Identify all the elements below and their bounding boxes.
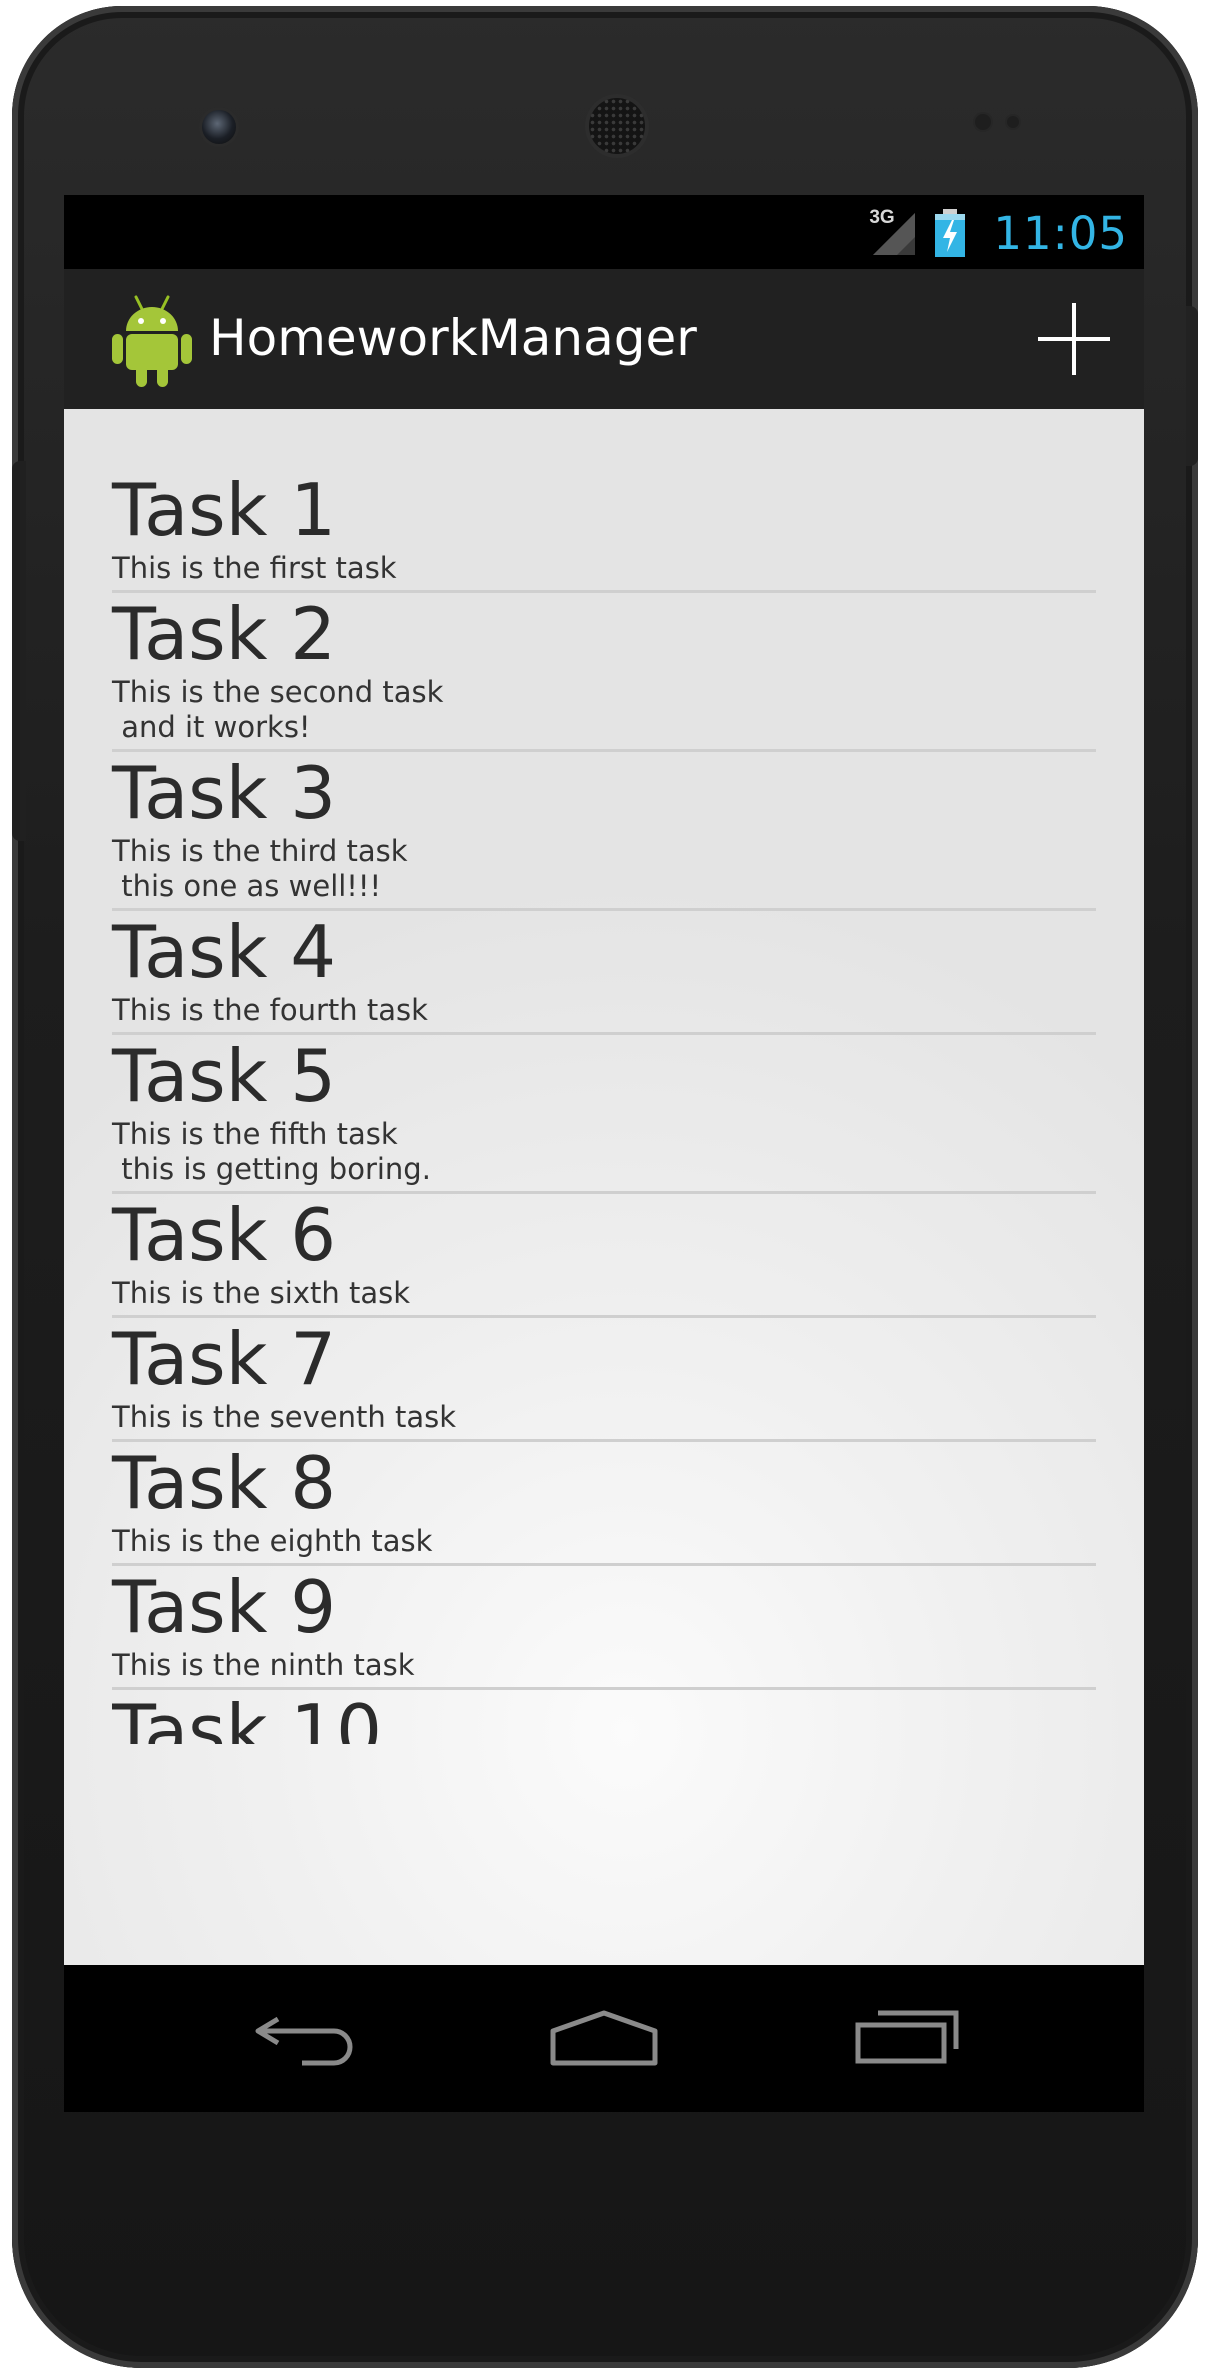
- action-bar: HomeworkManager: [64, 269, 1144, 409]
- task-description: This is the first task: [112, 551, 397, 585]
- signal-icon: 3G: [867, 207, 919, 259]
- task-list: Task 1 This is the first task Task 2 Thi…: [112, 469, 1096, 1744]
- task-title: Task 8: [112, 1441, 337, 1525]
- task-title: Task 6: [112, 1193, 337, 1277]
- app-title: HomeworkManager: [209, 309, 697, 367]
- task-title: Task 1: [112, 468, 337, 552]
- network-type-label: 3G: [869, 207, 895, 228]
- task-description: This is the ninth task: [112, 1648, 415, 1682]
- volume-rocker: [12, 461, 26, 841]
- task-title: Task 7: [112, 1317, 337, 1401]
- task-title: Task 9: [112, 1565, 337, 1649]
- recent-apps-icon[interactable]: [852, 2001, 962, 2071]
- task-item[interactable]: Task 5 This is the fifth task this is ge…: [112, 1035, 1096, 1194]
- task-item[interactable]: Task 4 This is the fourth task: [112, 911, 1096, 1035]
- status-clock: 11:05: [993, 206, 1128, 260]
- earpiece-speaker: [589, 98, 645, 154]
- task-title: Task 4: [112, 910, 337, 994]
- battery-charging-icon: [935, 209, 966, 257]
- status-bar: 3G 11:05: [64, 195, 1144, 269]
- add-task-button[interactable]: [1034, 299, 1114, 379]
- task-item[interactable]: Task 3 This is the third task this one a…: [112, 752, 1096, 911]
- task-title: Task 10: [112, 1690, 382, 1744]
- home-icon[interactable]: [549, 2001, 659, 2071]
- navigation-bar: [64, 1965, 1144, 2112]
- task-item[interactable]: Task 9 This is the ninth task: [112, 1566, 1096, 1690]
- task-list-view[interactable]: Task 1 This is the first task Task 2 Thi…: [64, 409, 1144, 1965]
- task-title: Task 2: [112, 592, 337, 676]
- task-item[interactable]: Task 8 This is the eighth task: [112, 1442, 1096, 1566]
- task-title: Task 3: [112, 751, 337, 835]
- task-description: This is the seventh task: [112, 1400, 457, 1434]
- task-description: This is the fifth task this is getting b…: [112, 1117, 431, 1186]
- task-item[interactable]: Task 2 This is the second task and it wo…: [112, 593, 1096, 752]
- power-button: [1186, 306, 1198, 466]
- front-camera: [202, 110, 236, 144]
- task-description: This is the third task this one as well!…: [112, 834, 408, 903]
- task-item[interactable]: Task 7 This is the seventh task: [112, 1318, 1096, 1442]
- task-title: Task 5: [112, 1034, 337, 1118]
- task-description: This is the second task and it works!: [112, 675, 444, 744]
- screen: 3G 11:05 HomeworkManager Task 1 This is …: [64, 195, 1144, 2112]
- task-item[interactable]: Task 6 This is the sixth task: [112, 1194, 1096, 1318]
- task-description: This is the sixth task: [112, 1276, 411, 1310]
- task-description: This is the fourth task: [112, 993, 428, 1027]
- task-item[interactable]: Task 10: [112, 1690, 1096, 1744]
- light-sensor: [1007, 116, 1019, 128]
- task-description: This is the eighth task: [112, 1524, 433, 1558]
- android-robot-icon[interactable]: [110, 293, 194, 389]
- plus-icon: [1038, 303, 1110, 375]
- task-item[interactable]: Task 1 This is the first task: [112, 469, 1096, 593]
- back-icon[interactable]: [250, 2001, 360, 2071]
- proximity-sensor: [975, 114, 991, 130]
